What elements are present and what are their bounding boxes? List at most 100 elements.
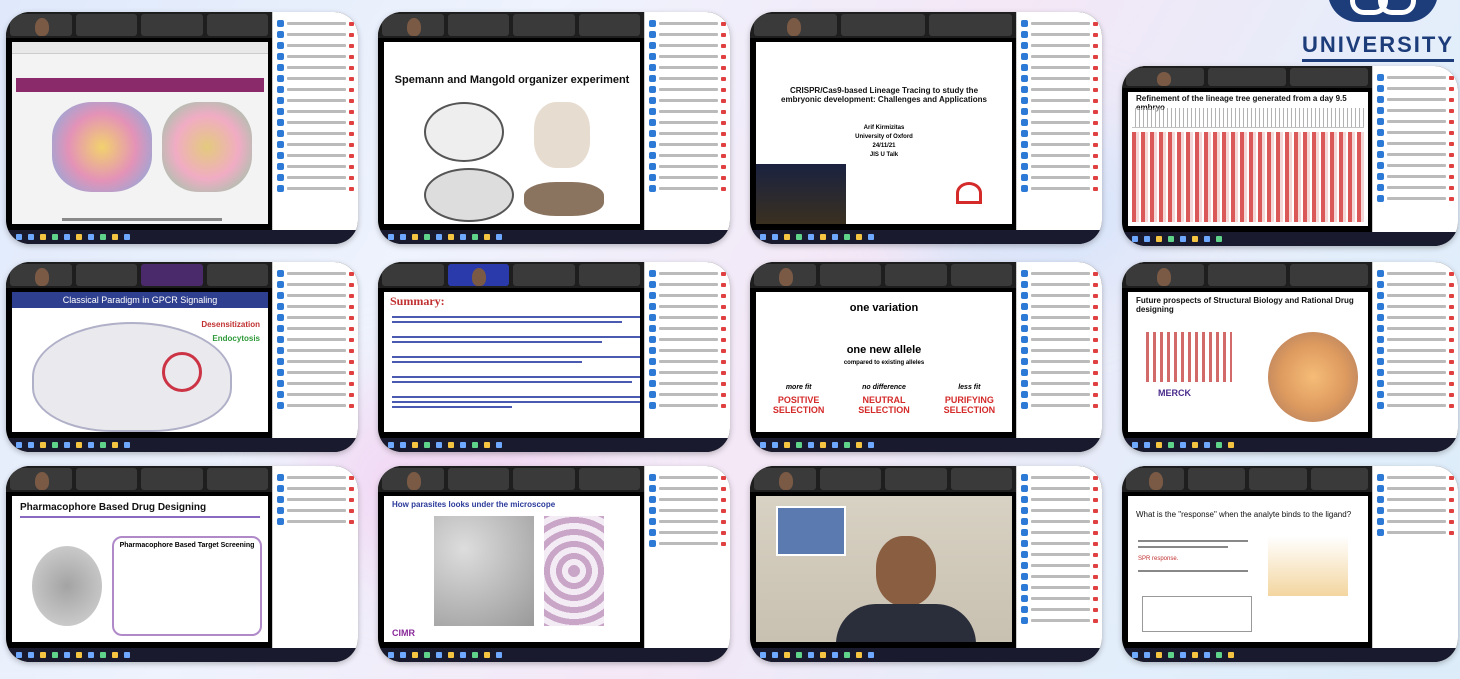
endocytosis-label: Endocytosis xyxy=(212,334,260,343)
meeting-screenshot-1 xyxy=(6,12,358,244)
participants-panel xyxy=(1372,466,1458,648)
meeting-screenshot-7: one variation one new allele compared to… xyxy=(750,262,1102,452)
shared-slide: one variation one new allele compared to… xyxy=(756,292,1012,432)
participants-panel xyxy=(1372,66,1458,232)
building-photo xyxy=(756,164,846,224)
participant-strip xyxy=(1122,66,1372,88)
spr-curve-chart xyxy=(1142,596,1252,632)
cell-diagram xyxy=(32,322,232,432)
slide-title: Spemann and Mangold organizer experiment xyxy=(394,74,630,86)
shared-slide: How parasites looks under the microscope… xyxy=(384,496,640,642)
taskbar xyxy=(750,230,1102,244)
participants-panel xyxy=(272,466,358,648)
taskbar xyxy=(378,438,730,452)
cimr-logo: CIMR xyxy=(392,628,415,638)
participants-panel xyxy=(272,262,358,438)
outcome-label: SELECTION xyxy=(858,405,910,415)
protein-structure-image xyxy=(32,546,102,626)
screening-label: Pharmacophore Based Target Screening xyxy=(119,542,255,549)
spr-response-label: SPR response. xyxy=(1138,556,1179,562)
participant-strip xyxy=(378,262,644,288)
lineage-tree xyxy=(1132,108,1364,128)
taskbar xyxy=(1122,232,1458,246)
outcome-label: SELECTION xyxy=(772,405,825,415)
taskbar xyxy=(6,438,358,452)
poster-on-wall xyxy=(776,506,846,556)
shared-slide: Refinement of the lineage tree generated… xyxy=(1128,92,1368,226)
slide-line-1: one variation xyxy=(849,302,919,314)
heart-logo-icon xyxy=(956,182,982,204)
merck-logo: MERCK xyxy=(1158,388,1191,398)
participants-panel xyxy=(1016,262,1102,438)
meeting-screenshot-2: Spemann and Mangold organizer experiment xyxy=(378,12,730,244)
shared-slide: CRISPR/Cas9-based Lineage Tracing to stu… xyxy=(756,42,1012,224)
participants-panel xyxy=(644,12,730,230)
participant-strip xyxy=(1122,262,1372,288)
participant-strip xyxy=(750,262,1016,288)
shared-slide: Future prospects of Structural Biology a… xyxy=(1128,292,1368,432)
taskbar xyxy=(378,230,730,244)
market-bar-chart xyxy=(1142,332,1232,382)
shared-slide: Summary: xyxy=(384,292,640,432)
slide-title: CRISPR/Cas9-based Lineage Tracing to stu… xyxy=(781,86,987,104)
endosome-diagram xyxy=(162,352,202,392)
protein-structure-image xyxy=(52,102,152,192)
talk-date: 24/11/21 xyxy=(872,143,896,149)
slide-line-2: one new allele xyxy=(846,344,922,356)
embryo-diagram xyxy=(424,102,504,162)
shared-slide: Pharmacophore Based Drug Designing Pharm… xyxy=(12,496,268,642)
taskbar xyxy=(6,230,358,244)
microscope-image xyxy=(434,516,534,626)
participants-panel xyxy=(644,466,730,648)
shared-slide: What is the "response" when the analyte … xyxy=(1128,496,1368,642)
speaker-affiliation: University of Oxford xyxy=(855,134,913,140)
outcome-label: NEUTRAL xyxy=(862,395,906,405)
shared-slide: Classical Paradigm in GPCR Signaling Des… xyxy=(12,292,268,432)
slide-title: Summary: xyxy=(390,294,445,308)
participants-panel xyxy=(1016,12,1102,230)
outcome-heading: no difference xyxy=(862,384,906,391)
blood-smear-image xyxy=(544,516,604,626)
participant-strip xyxy=(6,466,272,492)
taskbar xyxy=(1122,438,1458,452)
participants-panel xyxy=(1372,262,1458,438)
desensitization-label: Desensitization xyxy=(201,320,260,329)
meeting-screenshot-8: Future prospects of Structural Biology a… xyxy=(1122,262,1458,452)
meeting-screenshot-3: CRISPR/Cas9-based Lineage Tracing to stu… xyxy=(750,12,1102,244)
university-logo-text: UNIVERSITY xyxy=(1301,32,1454,62)
speaker-face xyxy=(876,536,936,606)
talk-series: JIS U Talk xyxy=(869,152,899,158)
slide-title: Future prospects of Structural Biology a… xyxy=(1136,296,1354,314)
taskbar xyxy=(750,648,1102,662)
speaker-name: Arif Kirmizitas xyxy=(863,125,905,131)
cartoon-illustration xyxy=(1268,332,1358,422)
slide-title: What is the "response" when the analyte … xyxy=(1136,510,1352,519)
slide-line-3: compared to existing alleles xyxy=(843,360,925,366)
taskbar xyxy=(6,648,358,662)
slide-title: Classical Paradigm in GPCR Signaling xyxy=(12,292,268,308)
embryo-photo xyxy=(534,102,590,168)
slide-title: Pharmacophore Based Drug Designing xyxy=(20,502,207,513)
participant-strip xyxy=(378,12,644,38)
shared-slide xyxy=(12,42,268,224)
slide-title: How parasites looks under the microscope xyxy=(392,500,556,509)
speaker-video xyxy=(756,496,1012,642)
shared-slide: Spemann and Mangold organizer experiment xyxy=(384,42,640,224)
taskbar xyxy=(378,648,730,662)
participants-panel xyxy=(272,12,358,230)
speaker-shirt xyxy=(836,604,976,642)
meeting-screenshot-12: What is the "response" when the analyte … xyxy=(1122,466,1458,662)
outcome-label: SELECTION xyxy=(943,405,996,415)
outcome-heading: more fit xyxy=(785,384,812,391)
meeting-screenshot-9: Pharmacophore Based Drug Designing Pharm… xyxy=(6,466,358,662)
meeting-screenshot-5: Classical Paradigm in GPCR Signaling Des… xyxy=(6,262,358,452)
participants-panel xyxy=(644,262,730,438)
taskbar xyxy=(750,438,1102,452)
taskbar xyxy=(1122,648,1458,662)
meeting-screenshot-10: How parasites looks under the microscope… xyxy=(378,466,730,662)
participants-panel xyxy=(1016,466,1102,648)
protein-structure-image xyxy=(162,102,252,192)
participant-strip xyxy=(378,466,644,492)
spr-diagram xyxy=(1268,536,1348,596)
lineage-heatmap xyxy=(1132,132,1364,222)
